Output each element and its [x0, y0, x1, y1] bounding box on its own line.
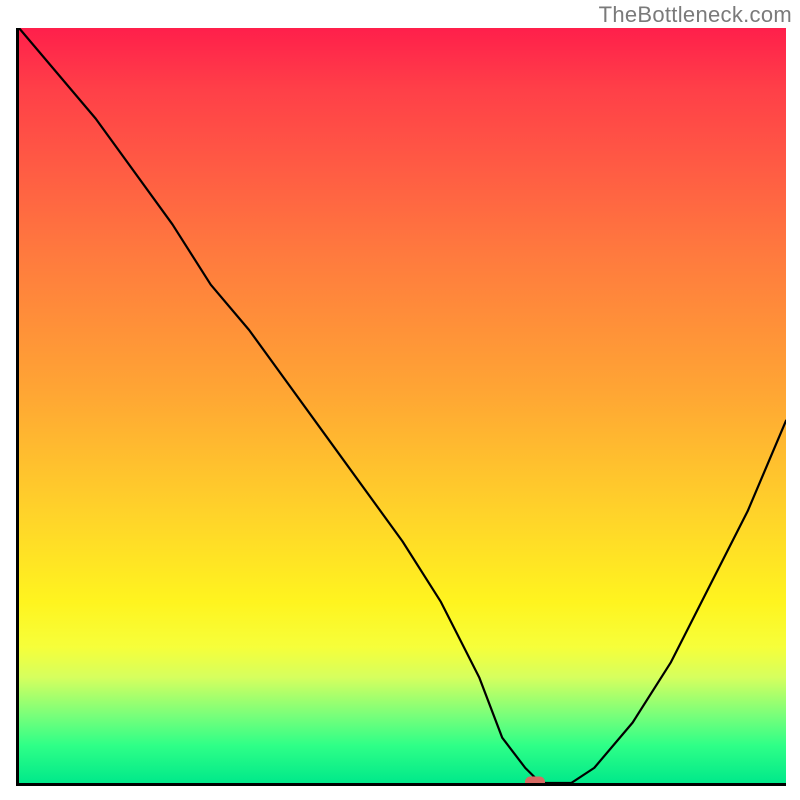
bottleneck-curve: [19, 28, 786, 783]
plot-area: [16, 28, 786, 786]
watermark-text: TheBottleneck.com: [599, 2, 792, 28]
chart-frame: TheBottleneck.com: [0, 0, 800, 800]
minimum-marker: [525, 777, 545, 787]
